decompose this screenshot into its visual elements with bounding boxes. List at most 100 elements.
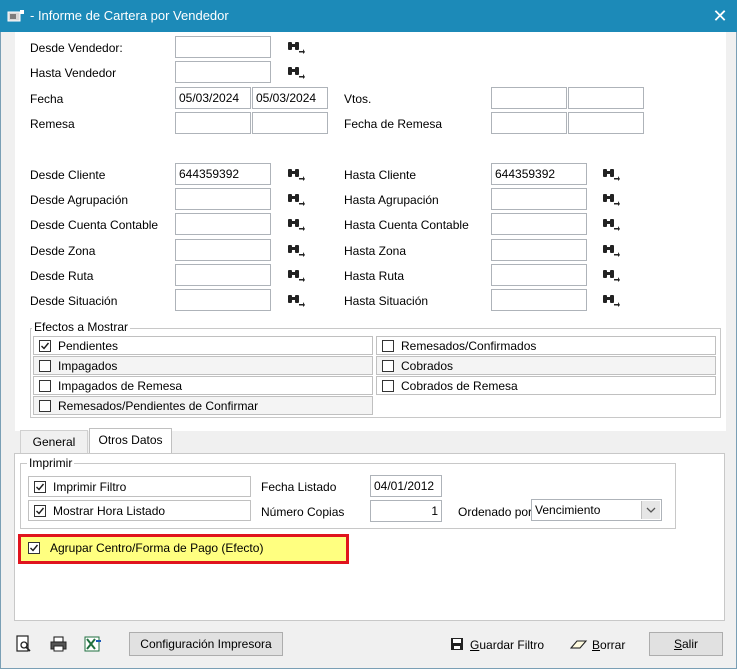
binoculars-icon[interactable]: [287, 167, 305, 181]
dropdown-button[interactable]: [641, 501, 660, 519]
checkbox-label: Impagados de Remesa: [58, 379, 183, 393]
vtos-hasta-input[interactable]: [568, 87, 644, 109]
desde-ruta-input[interactable]: [175, 264, 271, 286]
fecha-remesa-desde-input[interactable]: [491, 112, 567, 134]
borrar-button[interactable]: Borrar: [570, 634, 640, 656]
efecto-remesados-pendientes[interactable]: Remesados/Pendientes de Confirmar: [33, 396, 373, 415]
binoculars-icon[interactable]: [602, 268, 620, 282]
desde-zona-input[interactable]: [175, 239, 271, 261]
fecha-remesa-label: Fecha de Remesa: [344, 117, 443, 131]
checkbox[interactable]: [34, 481, 46, 493]
desde-cuenta-input[interactable]: [175, 213, 271, 235]
efecto-cobrados[interactable]: Cobrados: [376, 356, 716, 375]
configuracion-impresora-button[interactable]: Configuración Impresora: [129, 632, 283, 656]
binoculars-icon[interactable]: [287, 243, 305, 257]
hasta-ruta-input[interactable]: [491, 264, 587, 286]
numero-copias-label: Número Copias: [261, 505, 345, 519]
guardar-filtro-label: Guardar Filtro: [470, 638, 545, 652]
hasta-cliente-label: Hasta Cliente: [344, 168, 417, 182]
fecha-label: Fecha: [30, 92, 64, 106]
borrar-label: Borrar: [592, 638, 626, 652]
binoculars-icon[interactable]: [602, 167, 620, 181]
desde-cliente-label: Desde Cliente: [30, 168, 106, 182]
efecto-pendientes[interactable]: Pendientes: [33, 336, 373, 355]
binoculars-icon[interactable]: [287, 40, 305, 54]
eraser-icon: [570, 640, 588, 649]
checkbox[interactable]: [39, 400, 51, 412]
binoculars-icon[interactable]: [602, 243, 620, 257]
excel-export-icon[interactable]: [83, 635, 103, 653]
numero-copias-input[interactable]: 1: [370, 500, 442, 522]
hasta-cliente-input[interactable]: 644359392: [491, 163, 587, 185]
guardar-filtro-button[interactable]: Guardar Filtro: [450, 634, 550, 656]
desde-agrupacion-input[interactable]: [175, 188, 271, 210]
hasta-zona-input[interactable]: [491, 239, 587, 261]
fecha-hasta-input[interactable]: 05/03/2024: [252, 87, 328, 109]
efecto-cobrados-remesa[interactable]: Cobrados de Remesa: [376, 376, 716, 395]
efecto-impagados[interactable]: Impagados: [33, 356, 373, 375]
checkbox[interactable]: [39, 380, 51, 392]
hasta-vendedor-label: Hasta Vendedor: [30, 66, 117, 80]
checkbox[interactable]: [382, 360, 394, 372]
agrupar-checkbox[interactable]: Agrupar Centro/Forma de Pago (Efecto): [24, 539, 344, 559]
fecha-desde-input[interactable]: 05/03/2024: [175, 87, 251, 109]
checkbox-label: Impagados: [58, 359, 118, 373]
desde-situacion-input[interactable]: [175, 289, 271, 311]
close-button[interactable]: ✕: [708, 4, 732, 28]
checkbox[interactable]: [382, 340, 394, 352]
binoculars-icon[interactable]: [602, 192, 620, 206]
fecha-listado-input[interactable]: 04/01/2012: [370, 475, 442, 497]
hasta-cuenta-input[interactable]: [491, 213, 587, 235]
tab-general[interactable]: General: [20, 430, 88, 454]
checkbox-label: Cobrados de Remesa: [401, 379, 518, 393]
checkbox[interactable]: [39, 340, 51, 352]
ordenado-por-label: Ordenado por: [458, 505, 533, 519]
desde-cliente-input[interactable]: 644359392: [175, 163, 271, 185]
binoculars-icon[interactable]: [287, 293, 305, 307]
salir-button[interactable]: Salir: [649, 632, 723, 656]
checkbox[interactable]: [39, 360, 51, 372]
checkbox[interactable]: [34, 505, 46, 517]
imprimir-filtro-checkbox[interactable]: Imprimir Filtro: [28, 476, 251, 497]
printer-icon[interactable]: [49, 635, 69, 653]
app-icon: [7, 10, 24, 22]
ordenado-por-value: Vencimiento: [535, 503, 601, 517]
close-icon: ✕: [712, 6, 728, 26]
tab-otros-datos[interactable]: Otros Datos: [89, 428, 172, 454]
remesa-hasta-input[interactable]: [252, 112, 328, 134]
imprimir-group-title: Imprimir: [27, 456, 75, 470]
mostrar-hora-checkbox[interactable]: Mostrar Hora Listado: [28, 500, 251, 521]
binoculars-icon[interactable]: [287, 217, 305, 231]
binoculars-icon[interactable]: [602, 217, 620, 231]
desde-vendedor-label: Desde Vendedor:: [30, 41, 123, 55]
vtos-label: Vtos.: [344, 92, 372, 106]
checkbox-label: Agrupar Centro/Forma de Pago (Efecto): [50, 541, 264, 555]
chevron-down-icon: [646, 507, 656, 513]
vtos-desde-input[interactable]: [491, 87, 567, 109]
efecto-impagados-remesa[interactable]: Impagados de Remesa: [33, 376, 373, 395]
binoculars-icon[interactable]: [287, 268, 305, 282]
hasta-zona-label: Hasta Zona: [344, 244, 407, 258]
checkbox-label: Pendientes: [58, 339, 119, 353]
remesa-desde-input[interactable]: [175, 112, 251, 134]
ordenado-por-select[interactable]: Vencimiento: [531, 499, 662, 521]
hasta-agrupacion-label: Hasta Agrupación: [344, 193, 439, 207]
title-bar: - Informe de Cartera por Vendedor ✕: [0, 0, 737, 32]
checkbox[interactable]: [28, 542, 40, 554]
hasta-vendedor-input[interactable]: [175, 61, 271, 83]
checkbox-label: Mostrar Hora Listado: [53, 504, 166, 518]
desde-vendedor-input[interactable]: [175, 36, 271, 58]
hasta-agrupacion-input[interactable]: [491, 188, 587, 210]
desde-agrupacion-label: Desde Agrupación: [30, 193, 129, 207]
checkbox[interactable]: [382, 380, 394, 392]
hasta-ruta-label: Hasta Ruta: [344, 269, 405, 283]
efectos-group-title: Efectos a Mostrar: [32, 320, 131, 334]
hasta-situacion-input[interactable]: [491, 289, 587, 311]
window-title: - Informe de Cartera por Vendedor: [30, 8, 229, 23]
print-preview-icon[interactable]: [14, 635, 34, 653]
binoculars-icon[interactable]: [287, 65, 305, 79]
fecha-remesa-hasta-input[interactable]: [568, 112, 644, 134]
efecto-remesados-confirmados[interactable]: Remesados/Confirmados: [376, 336, 716, 355]
binoculars-icon[interactable]: [287, 192, 305, 206]
binoculars-icon[interactable]: [602, 293, 620, 307]
